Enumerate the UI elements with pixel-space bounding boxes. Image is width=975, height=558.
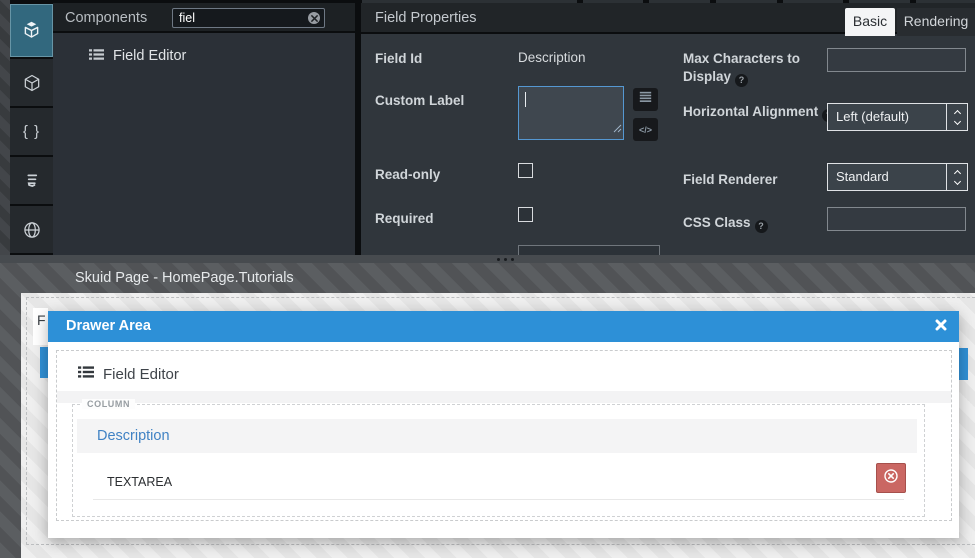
component-item-label: Field Editor <box>113 48 186 64</box>
field-properties-panel: Field Properties Basic Rendering Field I… <box>361 3 975 255</box>
select-stepper-icon <box>946 164 967 190</box>
field-renderer-select[interactable]: Standard <box>827 163 968 191</box>
required-label: Required <box>375 210 434 228</box>
components-search-input[interactable] <box>173 9 324 27</box>
field-id-label: Field Id <box>375 50 422 68</box>
hidden-component-text: F <box>33 308 48 345</box>
drawer-overlay: Drawer Area <box>48 311 959 538</box>
field-editor-icon <box>78 364 94 385</box>
background-stripes <box>0 0 10 255</box>
horizontal-alignment-value: Left (default) <box>836 109 909 124</box>
page-preview-area: Skuid Page - HomePage.Tutorials F Drawer… <box>0 263 975 558</box>
max-characters-input-wrap <box>827 48 966 72</box>
search-clear-icon[interactable] <box>308 12 320 24</box>
remove-field-button[interactable] <box>876 463 906 493</box>
globe-icon <box>22 220 42 240</box>
field-editor-icon <box>89 47 104 66</box>
field-editor-component-header[interactable]: Field Editor <box>57 358 951 391</box>
nav-styles-button[interactable] <box>10 157 53 204</box>
component-list-item-field-editor[interactable]: Field Editor <box>53 43 355 69</box>
css-class-label: CSS Class? <box>683 214 768 233</box>
field-renderer-value: Standard <box>836 169 889 184</box>
nav-models-button[interactable] <box>10 59 53 106</box>
drawer-body: Field Editor COLUMN Description TEXTAREA <box>48 342 959 538</box>
select-stepper-icon <box>946 104 967 130</box>
horizontal-alignment-select[interactable]: Left (default) <box>827 103 968 131</box>
field-renderer-label: Field Renderer <box>683 171 778 189</box>
hidden-tab-left <box>40 347 48 378</box>
panel-splitter[interactable] <box>0 255 975 263</box>
splitter-grip-icon <box>511 258 514 261</box>
drawer-title: Drawer Area <box>66 311 151 342</box>
field-editor-column[interactable]: COLUMN Description TEXTAREA <box>72 404 925 517</box>
css-class-input-wrap <box>827 207 966 231</box>
tab-rendering[interactable]: Rendering <box>897 8 975 36</box>
max-characters-label: Max Characters to Display? <box>683 50 841 87</box>
cutoff-property-field[interactable] <box>519 246 659 255</box>
horizontal-alignment-label: Horizontal Alignment? <box>683 103 841 122</box>
max-characters-input[interactable] <box>828 49 965 71</box>
nav-globe-button[interactable] <box>10 206 53 253</box>
properties-panel-title: Field Properties <box>375 3 477 34</box>
cutoff-property-input <box>518 245 660 255</box>
custom-label-textarea[interactable] <box>519 87 623 139</box>
drawer-close-button[interactable] <box>933 319 949 335</box>
components-search-box <box>172 8 325 28</box>
column-label: COLUMN <box>82 399 135 409</box>
builder-nav-bar: { } <box>10 0 53 255</box>
field-renderer-preview: TEXTAREA <box>107 475 172 489</box>
nav-resources-button[interactable]: { } <box>10 108 53 155</box>
field-section-header: Description <box>77 419 917 453</box>
components-box-icon <box>21 20 42 41</box>
field-divider <box>93 499 904 500</box>
hidden-tab-right <box>959 348 968 380</box>
code-editor-button[interactable]: </> <box>633 118 658 141</box>
splitter-grip-icon <box>504 258 507 261</box>
required-checkbox[interactable] <box>518 207 533 222</box>
help-icon[interactable]: ? <box>735 74 748 87</box>
resources-braces-icon: { } <box>23 123 40 140</box>
skuid-page-builder: { } Components <box>0 0 975 558</box>
model-cube-icon <box>22 73 42 93</box>
help-icon[interactable]: ? <box>755 220 768 233</box>
custom-label-label: Custom Label <box>375 92 464 110</box>
read-only-checkbox[interactable] <box>518 163 533 178</box>
custom-label-textarea-wrap <box>518 86 624 140</box>
close-x-icon <box>935 318 947 336</box>
styles-css-icon <box>22 171 41 190</box>
splitter-grip-icon <box>497 258 500 261</box>
components-panel-header: Components <box>53 3 355 33</box>
text-caret <box>525 92 526 107</box>
page-canvas: F Drawer Area <box>21 293 975 558</box>
css-class-input[interactable] <box>828 208 965 230</box>
page-title: Skuid Page - HomePage.Tutorials <box>75 270 294 286</box>
components-panel-title: Components <box>65 3 147 33</box>
field-editor-body-band <box>57 391 951 403</box>
resize-handle-icon[interactable] <box>613 120 622 138</box>
code-icon: </> <box>639 125 652 135</box>
field-picker-button[interactable] <box>633 88 658 111</box>
rows-icon <box>639 91 652 109</box>
nav-components-button[interactable] <box>10 4 53 57</box>
field-header-link[interactable]: Description <box>97 419 170 453</box>
circle-x-icon <box>883 468 899 489</box>
field-editor-component-label: Field Editor <box>103 366 179 383</box>
read-only-label: Read-only <box>375 166 440 184</box>
field-id-value: Description <box>518 50 586 65</box>
drawer-header[interactable]: Drawer Area <box>48 311 959 342</box>
tab-basic[interactable]: Basic <box>845 8 895 36</box>
components-panel: Components Field Editor <box>53 3 355 255</box>
